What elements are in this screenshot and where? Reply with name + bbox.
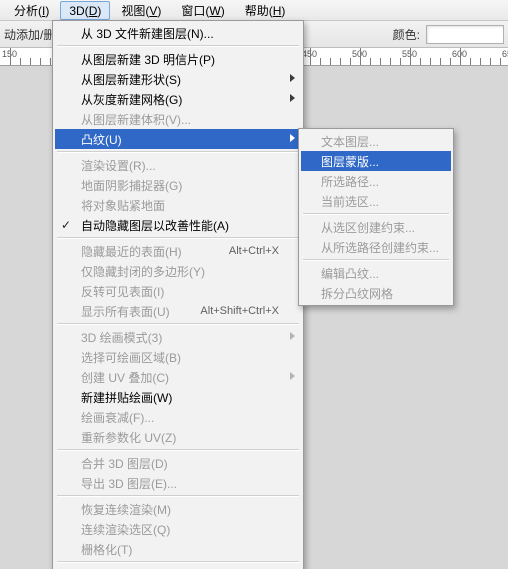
menu-item: 隐藏最近的表面(H) Alt+Ctrl+X [55, 241, 301, 261]
menu-item-label: 新建拼贴绘画(W) [81, 389, 172, 406]
menu-item-label: 导出 3D 图层(E)... [81, 475, 177, 492]
color-label: 颜色: [393, 26, 420, 43]
menu-item: 显示所有表面(U) Alt+Shift+Ctrl+X [55, 301, 301, 321]
submenu-arrow-icon [290, 134, 295, 142]
submenu-arrow-icon [290, 94, 295, 102]
ruler-label: 650 [502, 49, 508, 59]
menu-3d: 从 3D 文件新建图层(N)... 从图层新建 3D 明信片(P) 从图层新建形状(… [52, 20, 304, 569]
submenu-item-label: 拆分凸纹网格 [321, 285, 393, 302]
menu-item[interactable]: 从图层新建形状(S) [55, 69, 301, 89]
menu-separator [303, 213, 449, 215]
menu-item-label: 创建 UV 叠加(C) [81, 369, 169, 386]
menu-item-label: 从 3D 文件新建图层(N)... [81, 25, 214, 42]
menu-item-label: 选择可绘画区域(B) [81, 349, 181, 366]
menu-item-label: 合并 3D 图层(D) [81, 455, 168, 472]
menubar-item-2[interactable]: 视图(V) [112, 1, 170, 20]
menu-item: 地面阴影捕捉器(G) [55, 175, 301, 195]
submenu-item-label: 当前选区... [321, 193, 379, 210]
menu-item-label: 重新参数化 UV(Z) [81, 429, 176, 446]
menu-item-label: 恢复连续渲染(M) [81, 501, 171, 518]
menu-item-label: 渲染设置(R)... [81, 157, 156, 174]
menu-item-label: 从灰度新建网格(G) [81, 91, 182, 108]
menu-item-label: 凸纹(U) [81, 131, 122, 148]
color-input[interactable] [426, 25, 504, 44]
menu-separator [57, 561, 299, 563]
submenu-arrow-icon [290, 332, 295, 340]
submenu-arrow-icon [290, 372, 295, 380]
submenu-item-label: 从选区创建约束... [321, 219, 415, 236]
submenu-item-label: 所选路径... [321, 173, 379, 190]
menu-item-label: 地面阴影捕捉器(G) [81, 177, 182, 194]
menu-item[interactable]: ✓ 自动隐藏图层以改善性能(A) [55, 215, 301, 235]
submenu-item: 从所选路径创建约束... [301, 237, 451, 257]
menubar-item-3[interactable]: 窗口(W) [172, 1, 233, 20]
menu-item-label: 将对象贴紧地面 [81, 197, 165, 214]
menu-item-label: 自动隐藏图层以改善性能(A) [81, 217, 229, 234]
menu-item: 选择可绘画区域(B) [55, 347, 301, 367]
menu-item-label: 从图层新建 3D 明信片(P) [81, 51, 215, 68]
menu-item[interactable]: 从 3D 文件新建图层(N)... [55, 23, 301, 43]
menu-item[interactable]: 联机浏览 3D 内容(L)... [55, 565, 301, 569]
menu-item-label: 反转可见表面(I) [81, 283, 164, 300]
menubar-item-1[interactable]: 3D(D) [60, 1, 110, 20]
menu-shortcut: Alt+Ctrl+X [229, 245, 279, 257]
submenu-arrow-icon [290, 74, 295, 82]
menu-separator [303, 259, 449, 261]
menu-item: 从图层新建体积(V)... [55, 109, 301, 129]
submenu-item-label: 文本图层... [321, 133, 379, 150]
submenu-item: 从选区创建约束... [301, 217, 451, 237]
menu-item-label: 显示所有表面(U) [81, 303, 170, 320]
menu-item-label: 栅格化(T) [81, 541, 132, 558]
submenu-item: 所选路径... [301, 171, 451, 191]
menu-item-label: 从图层新建体积(V)... [81, 111, 191, 128]
menu-separator [57, 449, 299, 451]
menu-item: 反转可见表面(I) [55, 281, 301, 301]
menu-item: 3D 绘画模式(3) [55, 327, 301, 347]
submenu-item-label: 编辑凸纹... [321, 265, 379, 282]
menubar-item-0[interactable]: 分析(I) [5, 1, 58, 20]
submenu-item: 当前选区... [301, 191, 451, 211]
menu-item-label: 仅隐藏封闭的多边形(Y) [81, 263, 205, 280]
menu-separator [57, 45, 299, 47]
submenu-item: 编辑凸纹... [301, 263, 451, 283]
submenu-item: 拆分凸纹网格 [301, 283, 451, 303]
menubar-item-4[interactable]: 帮助(H) [236, 1, 295, 20]
menu-item[interactable]: 新建拼贴绘画(W) [55, 387, 301, 407]
menu-item: 栅格化(T) [55, 539, 301, 559]
menu-item: 导出 3D 图层(E)... [55, 473, 301, 493]
menu-item: 渲染设置(R)... [55, 155, 301, 175]
menu-item-label: 隐藏最近的表面(H) [81, 243, 182, 260]
menu-separator [57, 495, 299, 497]
options-left-truncated-label: 动添加/删 [4, 26, 55, 43]
menu-item: 将对象贴紧地面 [55, 195, 301, 215]
menu-separator [57, 323, 299, 325]
submenu-item-label: 从所选路径创建约束... [321, 239, 439, 256]
menubar: 分析(I)3D(D)视图(V)窗口(W)帮助(H) [0, 0, 508, 21]
menu-item: 创建 UV 叠加(C) [55, 367, 301, 387]
menu-shortcut: Alt+Shift+Ctrl+X [200, 305, 279, 317]
submenu-turen: 文本图层... 图层蒙版... 所选路径... 当前选区... 从选区创建约束... 从所… [298, 128, 454, 306]
submenu-item[interactable]: 图层蒙版... [301, 151, 451, 171]
menu-item: 合并 3D 图层(D) [55, 453, 301, 473]
submenu-item-label: 图层蒙版... [321, 153, 379, 170]
menu-item-label: 绘画衰减(F)... [81, 409, 154, 426]
menu-item: 绘画衰减(F)... [55, 407, 301, 427]
menu-item[interactable]: 从灰度新建网格(G) [55, 89, 301, 109]
menu-item: 恢复连续渲染(M) [55, 499, 301, 519]
submenu-item: 文本图层... [301, 131, 451, 151]
menu-item[interactable]: 从图层新建 3D 明信片(P) [55, 49, 301, 69]
menu-item-label: 从图层新建形状(S) [81, 71, 181, 88]
menu-item-label: 连续渲染选区(Q) [81, 521, 170, 538]
menu-separator [57, 151, 299, 153]
menu-item: 仅隐藏封闭的多边形(Y) [55, 261, 301, 281]
menu-item: 连续渲染选区(Q) [55, 519, 301, 539]
menu-separator [57, 237, 299, 239]
menu-item[interactable]: 凸纹(U) [55, 129, 301, 149]
menu-item: 重新参数化 UV(Z) [55, 427, 301, 447]
menu-item-label: 3D 绘画模式(3) [81, 329, 162, 346]
check-icon: ✓ [61, 218, 71, 232]
